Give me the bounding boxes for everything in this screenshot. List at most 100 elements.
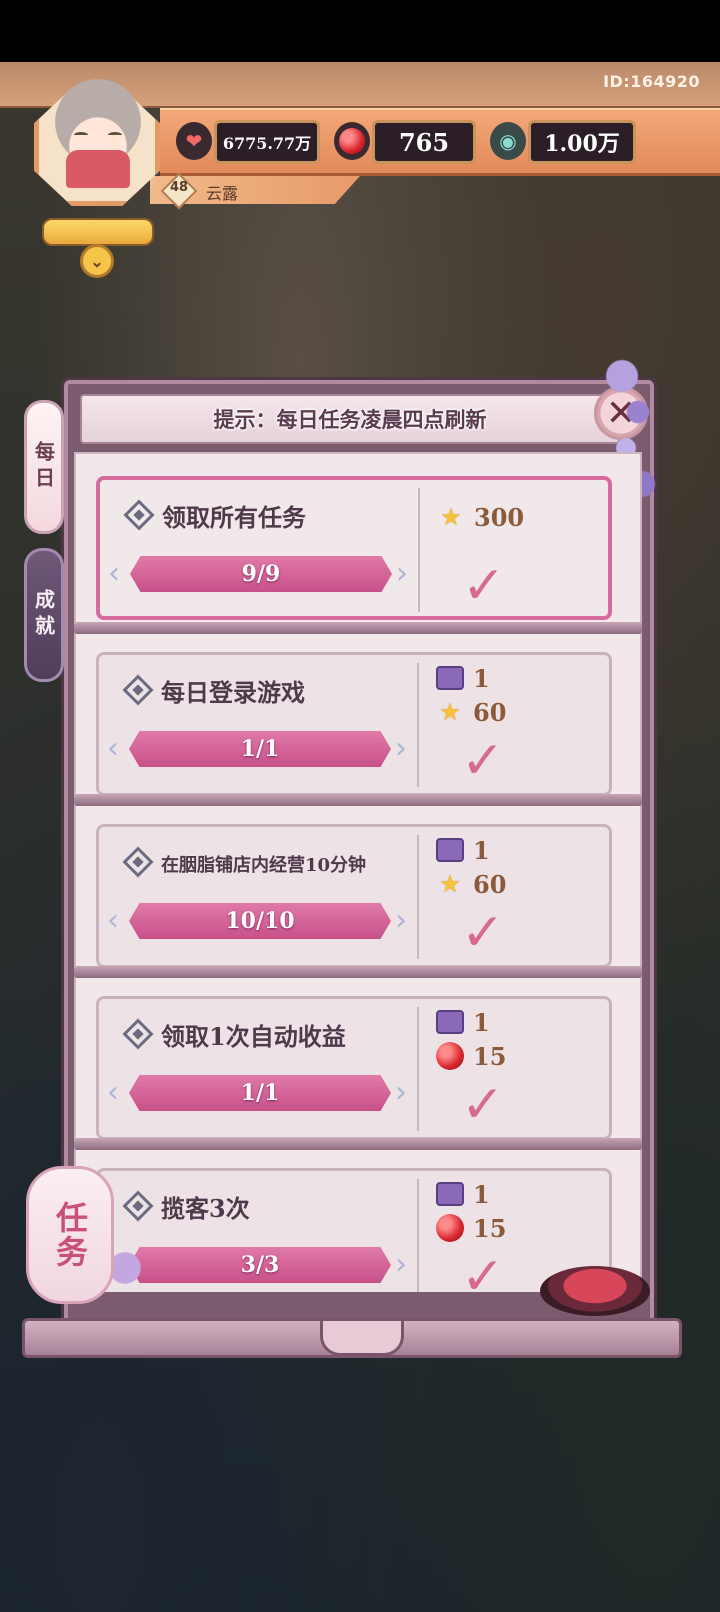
resource-rubies[interactable]: 765 <box>372 120 476 164</box>
player-id: ID:164920 <box>603 72 700 91</box>
arrow-right-icon: › <box>396 556 408 591</box>
reward-value: 15 <box>473 1213 507 1243</box>
reward-value: 1 <box>473 835 490 865</box>
reward-item: ★ 60 <box>435 869 506 899</box>
reward-item: ★ 300 <box>436 502 524 532</box>
resource-coins[interactable]: 6775.77万 <box>214 120 320 164</box>
scroll-button[interactable] <box>42 218 154 246</box>
task-progress-bar: 1/1 <box>129 1075 391 1111</box>
task-card: 揽客3次 ‹ 3/3 › 1 15 ✓ <box>96 1168 612 1292</box>
panel-header: 提示：每日任务凌晨四点刷新 <box>80 394 620 444</box>
lantern-label: 任务 <box>51 1201 89 1269</box>
lotus-emblem-icon <box>320 1318 404 1356</box>
card-divider <box>417 1007 419 1131</box>
task-diamond-icon <box>122 1190 154 1222</box>
reward-value: 60 <box>473 869 507 899</box>
task-progress-text: 10/10 <box>225 908 295 934</box>
chest-icon <box>436 1010 464 1034</box>
reward-value: 1 <box>473 1179 490 1209</box>
reward-item: 15 <box>435 1213 506 1243</box>
reward-item: 1 <box>435 835 490 865</box>
task-card: 领取所有任务 ‹ 9/9 › ★ 300 ✓ <box>96 476 612 620</box>
task-title: 领取所有任务 <box>162 503 306 532</box>
task-progress-bar: 10/10 <box>129 903 391 939</box>
chest-icon <box>436 666 464 690</box>
task-title: 每日登录游戏 <box>161 678 305 707</box>
resource-rubies-value: 765 <box>398 127 450 157</box>
status-bar <box>0 0 720 62</box>
task-diamond-icon <box>122 674 154 706</box>
task-card: 在胭脂铺店内经营10分钟 ‹ 10/10 › 1 ★ 60 ✓ <box>96 824 612 968</box>
arrow-right-icon: › <box>395 903 407 938</box>
chest-icon <box>436 838 464 862</box>
task-title: 领取1次自动收益 <box>161 1022 346 1051</box>
arrow-right-icon: › <box>395 1075 407 1110</box>
reward-item: 1 <box>435 663 490 693</box>
completed-check-icon: ✓ <box>461 1247 505 1292</box>
tab-achievements[interactable]: 成就 <box>24 548 64 682</box>
shelf-divider <box>74 966 642 978</box>
refresh-hint: 提示：每日任务凌晨四点刷新 <box>213 407 487 432</box>
expand-chevron-icon[interactable]: ⌄ <box>80 244 114 278</box>
resource-coins-value: 6775.77万 <box>222 134 312 153</box>
task-card: 每日登录游戏 ‹ 1/1 › 1 ★ 60 ✓ <box>96 652 612 796</box>
task-progress-bar: 1/1 <box>129 731 391 767</box>
task-progress-text: 1/1 <box>240 1080 280 1106</box>
reward-item: 1 <box>435 1007 490 1037</box>
player-name: 云露 <box>206 184 239 203</box>
task-title: 揽客3次 <box>161 1194 250 1223</box>
task-progress-bar: 3/3 <box>129 1247 391 1283</box>
arrow-right-icon: › <box>395 1247 407 1282</box>
completed-check-icon: ✓ <box>461 903 505 963</box>
task-diamond-icon <box>122 1018 154 1050</box>
task-card: 领取1次自动收益 ‹ 1/1 › 1 15 ✓ <box>96 996 612 1140</box>
chest-icon <box>436 1182 464 1206</box>
avatar-eye-right <box>108 132 122 138</box>
reward-value: 1 <box>473 663 490 693</box>
avatar-eye-left <box>74 132 88 138</box>
shelf-divider <box>74 622 642 634</box>
rouge-bowl-decoration <box>540 1266 650 1316</box>
star-icon: ★ <box>439 870 461 898</box>
task-progress-text: 1/1 <box>240 736 280 762</box>
completed-check-icon: ✓ <box>461 1075 505 1135</box>
ruby-icon <box>436 1042 464 1070</box>
reward-item: 15 <box>435 1041 506 1071</box>
reward-value: 15 <box>473 1041 507 1071</box>
tab-daily[interactable]: 每日 <box>24 400 64 534</box>
shelf-divider <box>74 794 642 806</box>
task-progress-text: 9/9 <box>241 561 281 587</box>
card-divider <box>417 835 419 959</box>
jade-icon: ◉ <box>490 122 526 160</box>
task-progress-text: 3/3 <box>240 1252 280 1278</box>
card-divider <box>418 488 420 612</box>
task-title: 在胭脂铺店内经营10分钟 <box>161 855 367 876</box>
reward-value: 1 <box>473 1007 490 1037</box>
resource-jade[interactable]: 1.00万 <box>528 120 636 164</box>
arrow-left-icon: ‹ <box>108 556 120 591</box>
card-divider <box>417 663 419 787</box>
arrow-left-icon: ‹ <box>107 1075 119 1110</box>
heart-coin-icon: ❤ <box>176 122 212 160</box>
shelf-divider <box>74 1138 642 1150</box>
task-progress-bar: 9/9 <box>130 556 392 592</box>
star-icon: ★ <box>440 503 462 531</box>
task-list[interactable]: 领取所有任务 ‹ 9/9 › ★ 300 ✓ 每日登录游戏 ‹ 1/1 › 1 … <box>74 452 642 1292</box>
tab-daily-label: 每日 <box>31 441 56 493</box>
ruby-icon <box>334 122 370 160</box>
arrow-left-icon: ‹ <box>107 903 119 938</box>
arrow-right-icon: › <box>395 731 407 766</box>
task-lantern: 任务 <box>26 1166 114 1304</box>
level-value: 48 <box>169 180 189 195</box>
completed-check-icon: ✓ <box>462 556 506 616</box>
reward-item: 1 <box>435 1179 490 1209</box>
task-diamond-icon <box>122 846 154 878</box>
resource-jade-value: 1.00万 <box>544 131 620 157</box>
reward-item: ★ 60 <box>435 697 506 727</box>
avatar-body <box>66 150 130 188</box>
star-icon: ★ <box>439 698 461 726</box>
arrow-left-icon: ‹ <box>107 731 119 766</box>
ruby-icon <box>436 1214 464 1242</box>
task-diamond-icon <box>123 499 155 531</box>
card-divider <box>417 1179 419 1292</box>
